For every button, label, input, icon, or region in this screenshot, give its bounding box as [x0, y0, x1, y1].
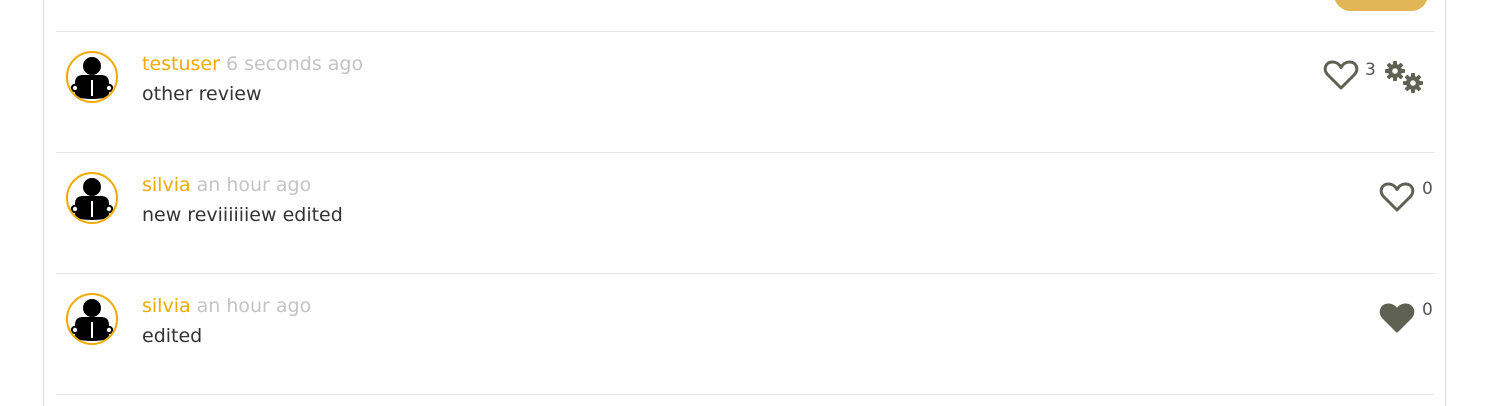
like-count: 0: [1422, 179, 1433, 199]
review-username[interactable]: testuser: [142, 53, 220, 75]
review-time: 6 seconds ago: [225, 53, 364, 75]
reader-avatar-icon: [66, 51, 118, 103]
like-count: 0: [1422, 300, 1433, 320]
like-count: 3: [1365, 60, 1376, 80]
review-item: silvia an hour ago new reviiiiiiew edited…: [56, 152, 1434, 272]
heart-filled-icon[interactable]: [1379, 302, 1415, 334]
review-meta: silvia an hour ago: [142, 174, 311, 196]
review-username[interactable]: silvia: [142, 295, 191, 317]
submit-button[interactable]: [1334, 0, 1428, 11]
review-text: edited: [142, 325, 203, 347]
heart-outline-icon[interactable]: [1323, 59, 1359, 91]
review-time: an hour ago: [196, 174, 312, 196]
review-meta: silvia an hour ago: [142, 295, 311, 317]
review-time: an hour ago: [196, 295, 312, 317]
review-meta: testuser 6 seconds ago: [142, 53, 363, 75]
divider: [56, 394, 1434, 395]
review-item: testuser 6 seconds ago other review 3: [56, 31, 1434, 151]
review-username[interactable]: silvia: [142, 174, 191, 196]
gears-icon[interactable]: [1382, 59, 1428, 95]
heart-outline-icon[interactable]: [1379, 181, 1415, 213]
reader-avatar-icon: [66, 293, 118, 345]
review-item: silvia an hour ago edited 0: [56, 273, 1434, 393]
reader-avatar-icon: [66, 172, 118, 224]
review-text: new reviiiiiiew edited: [142, 204, 343, 226]
review-text: other review: [142, 83, 262, 105]
